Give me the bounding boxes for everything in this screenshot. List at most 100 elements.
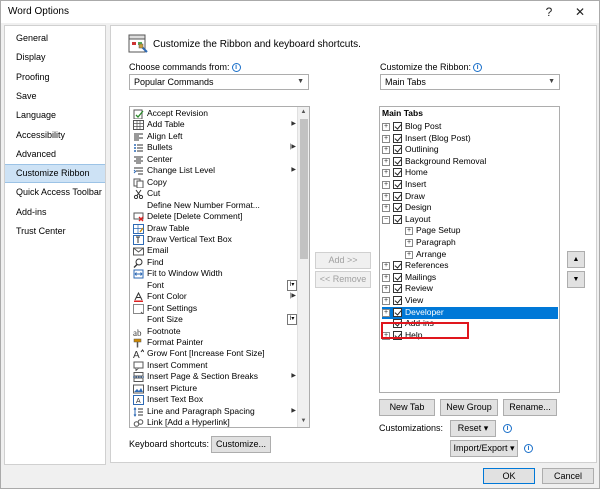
expand-icon[interactable]: + [382, 123, 390, 131]
command-item[interactable]: Insert Picture [130, 383, 298, 395]
tab-checkbox[interactable] [393, 122, 402, 131]
choose-commands-dropdown[interactable]: Popular Commands ▼ [129, 74, 309, 90]
ribbon-tab-background-removal[interactable]: + Background Removal [382, 156, 550, 168]
expand-icon[interactable]: + [382, 157, 390, 166]
tab-checkbox[interactable] [393, 307, 402, 317]
sidebar-item-general[interactable]: General [5, 29, 105, 48]
ribbon-tab-outlining[interactable]: + Outlining [382, 144, 550, 156]
move-down-button[interactable]: ▼ [567, 271, 585, 288]
sidebar-item-advanced[interactable]: Advanced [5, 145, 105, 164]
expand-icon[interactable]: + [405, 227, 413, 236]
ribbon-tab-arrange[interactable]: + Arrange [405, 249, 550, 261]
expand-icon[interactable]: + [382, 308, 390, 317]
expand-icon[interactable]: + [382, 169, 390, 178]
sidebar-item-add-ins[interactable]: Add-ins [5, 203, 105, 222]
info-icon[interactable]: i [231, 63, 241, 72]
command-item[interactable]: Font I▾ [130, 279, 298, 292]
command-item[interactable]: Link [Add a Hyperlink] [130, 417, 298, 427]
ribbon-tab-blog-post[interactable]: + Blog Post [382, 121, 550, 133]
command-item[interactable]: Center [130, 154, 298, 166]
rename-button[interactable]: Rename... [503, 399, 557, 416]
ribbon-tab-layout[interactable]: − Layout [382, 214, 550, 226]
expand-icon[interactable]: + [382, 192, 390, 201]
ribbon-tab-view[interactable]: + View [382, 295, 550, 307]
remove-button[interactable]: << Remove [315, 271, 371, 288]
sidebar-item-display[interactable]: Display [5, 48, 105, 67]
ribbon-tab-developer[interactable]: + Developer [382, 306, 558, 319]
command-item[interactable]: Copy [130, 177, 298, 189]
ribbon-tab-home[interactable]: + Home [382, 167, 550, 179]
close-button[interactable]: ✕ [569, 3, 591, 21]
command-item[interactable]: Fit to Window Width [130, 268, 298, 280]
expand-icon[interactable]: + [382, 181, 390, 189]
tab-checkbox[interactable] [393, 180, 402, 189]
scroll-down-icon[interactable]: ▼ [298, 416, 309, 427]
command-item[interactable]: Format Painter [130, 337, 298, 349]
command-item[interactable]: Bullets |▶ [130, 142, 298, 154]
sidebar-item-customize-ribbon[interactable]: Customize Ribbon [5, 164, 105, 184]
tab-checkbox[interactable] [393, 214, 402, 224]
sidebar-item-language[interactable]: Language [5, 106, 105, 125]
sidebar-item-save[interactable]: Save [5, 87, 105, 106]
command-item[interactable]: Change List Level ▶ [130, 165, 298, 177]
command-item[interactable]: Email [130, 245, 298, 257]
command-item[interactable]: Define New Number Format... [130, 200, 298, 212]
expand-icon[interactable]: + [382, 204, 390, 213]
tab-checkbox[interactable] [393, 203, 402, 213]
expand-icon[interactable]: + [382, 285, 390, 294]
command-item[interactable]: Font Settings [130, 303, 298, 315]
expand-icon[interactable]: + [382, 262, 390, 271]
tab-checkbox[interactable] [393, 191, 402, 201]
ribbon-tab-draw[interactable]: + Draw [382, 191, 550, 203]
tab-checkbox[interactable] [393, 145, 402, 155]
command-item[interactable]: Find [130, 257, 298, 269]
info-icon[interactable]: i [524, 444, 533, 453]
commands-list[interactable]: Link [Add a Hyperlink] Line and Paragraph… [129, 106, 310, 428]
scroll-up-icon[interactable]: ▲ [298, 107, 309, 118]
customize-ribbon-dropdown[interactable]: Main Tabs ▼ [380, 74, 560, 90]
expand-icon[interactable]: + [405, 239, 413, 247]
ribbon-tab-references[interactable]: + References [382, 260, 550, 272]
command-item[interactable]: Draw Vertical Text Box [130, 234, 298, 246]
ribbon-tab-review[interactable]: + Review [382, 283, 550, 295]
help-button[interactable]: ? [538, 3, 560, 21]
scroll-thumb[interactable] [300, 119, 308, 259]
command-item[interactable]: Add Table ▶ [130, 119, 298, 131]
command-item[interactable]: Font Color |▶ [130, 291, 298, 303]
expand-icon[interactable]: + [382, 134, 390, 143]
ribbon-tab-design[interactable]: + Design [382, 202, 550, 214]
expand-icon[interactable]: + [382, 273, 390, 282]
command-item[interactable]: A Grow Font [Increase Font Size] [130, 348, 298, 360]
tab-checkbox[interactable] [393, 156, 402, 166]
commands-scrollbar[interactable]: ▲ ▼ [297, 107, 309, 427]
info-icon[interactable]: i [503, 424, 512, 433]
sidebar-item-accessibility[interactable]: Accessibility [5, 126, 105, 145]
tab-checkbox[interactable] [393, 284, 402, 294]
new-group-button[interactable]: New Group [440, 399, 498, 416]
info-icon[interactable]: i [473, 63, 483, 72]
ok-button[interactable]: OK [483, 468, 535, 484]
expand-icon[interactable]: + [382, 297, 390, 305]
command-item[interactable]: Insert Page & Section Breaks ▶ [130, 371, 298, 383]
command-item[interactable]: Draw Table [130, 223, 298, 235]
command-item[interactable]: Align Left [130, 131, 298, 143]
sidebar-item-trust-center[interactable]: Trust Center [5, 222, 105, 241]
tab-checkbox[interactable] [393, 272, 402, 282]
customize-shortcuts-button[interactable]: Customize... [211, 436, 271, 453]
ribbon-tab-paragraph[interactable]: + Paragraph [405, 237, 550, 249]
move-up-button[interactable]: ▲ [567, 251, 585, 268]
expand-icon[interactable]: + [405, 250, 413, 259]
add-button[interactable]: Add >> [315, 252, 371, 269]
collapse-icon[interactable]: − [382, 215, 390, 224]
ribbon-tab-insert-blog-post-[interactable]: + Insert (Blog Post) [382, 133, 550, 145]
command-item[interactable]: Delete [Delete Comment] [130, 211, 298, 223]
reset-button[interactable]: Reset ▾ [450, 420, 496, 437]
sidebar-item-quick-access-toolbar[interactable]: Quick Access Toolbar [5, 183, 105, 202]
cancel-button[interactable]: Cancel [542, 468, 594, 484]
tab-checkbox[interactable] [393, 296, 402, 305]
ribbon-tab-insert[interactable]: + Insert [382, 179, 550, 191]
sidebar-item-proofing[interactable]: Proofing [5, 68, 105, 87]
ribbon-tab-page-setup[interactable]: + Page Setup [405, 225, 550, 237]
expand-icon[interactable]: + [382, 146, 390, 155]
command-item[interactable]: A Insert Text Box [130, 394, 298, 406]
